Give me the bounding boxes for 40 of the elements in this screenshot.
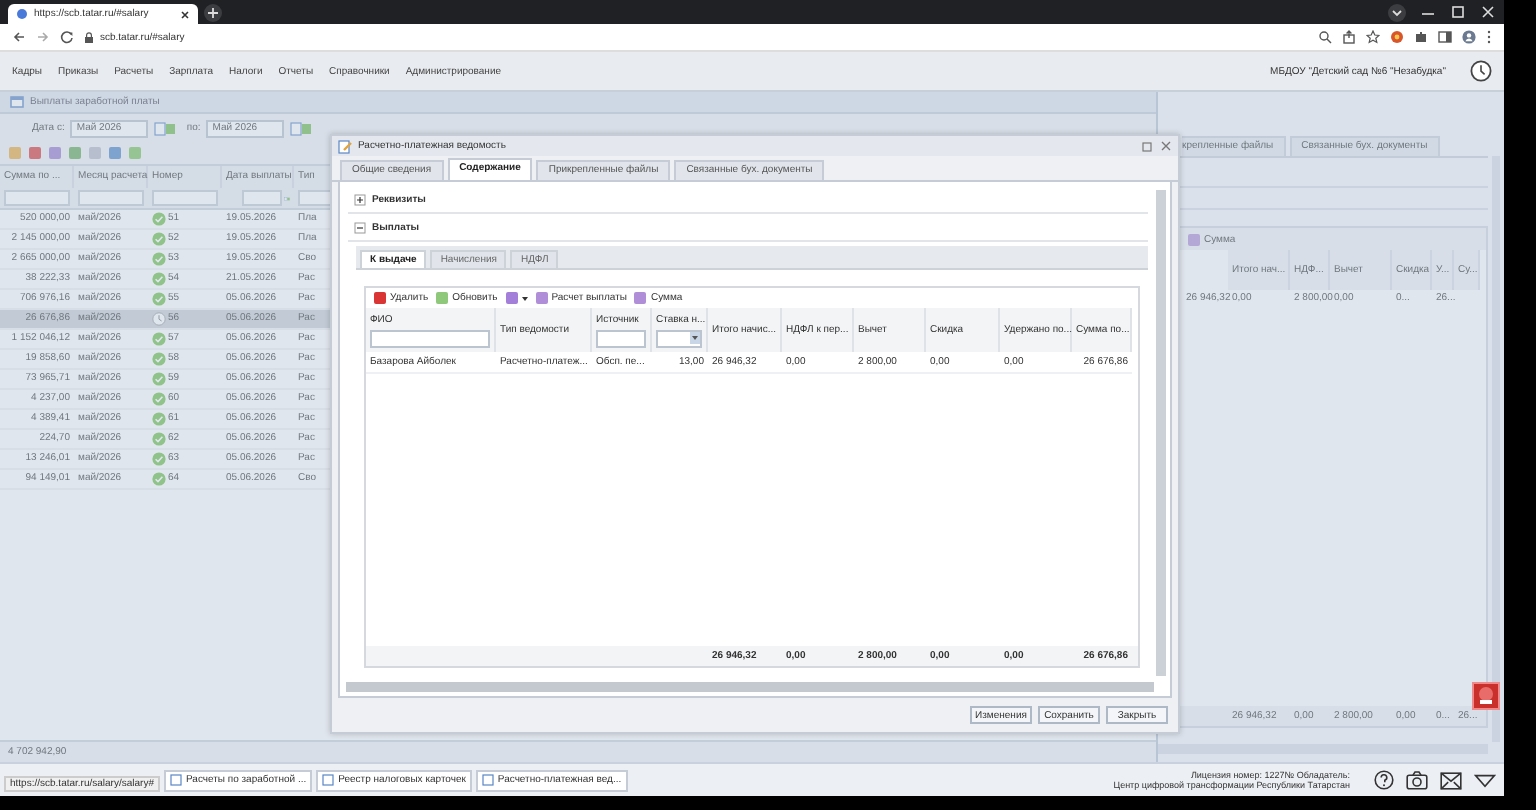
scrollbar[interactable] [1158,744,1488,754]
extension-icon[interactable] [1390,30,1404,44]
sidebar-icon[interactable] [1438,30,1452,44]
filter-field[interactable] [4,190,70,206]
zoom-icon[interactable] [1318,30,1332,44]
star-icon[interactable] [1366,30,1380,44]
scrollbar[interactable] [1156,190,1166,676]
window-icon [322,774,335,786]
globe-icon [16,8,28,20]
mail-icon[interactable] [1440,771,1462,789]
menu-button[interactable] [505,292,528,304]
window-icon [10,96,24,108]
scrollbar[interactable] [346,682,1154,692]
window-icon [481,774,494,786]
window-icon [170,774,182,786]
filter-field[interactable] [78,190,144,206]
lock-icon [84,31,94,43]
collapse-icon[interactable] [1474,773,1496,787]
filter-field[interactable] [152,190,218,206]
filter-field[interactable] [242,190,282,206]
filter-field[interactable] [596,329,646,347]
help-icon[interactable] [1374,770,1394,790]
more-icon[interactable] [1486,30,1492,44]
caret-icon [521,295,528,301]
new-tab-icon[interactable] [204,3,222,21]
expand-icon[interactable] [354,193,366,205]
filter-field[interactable] [370,329,490,347]
back-icon[interactable] [12,30,26,44]
app-icon[interactable] [1472,682,1500,710]
tab-search-icon[interactable] [1388,3,1406,21]
share-icon[interactable] [1342,30,1356,44]
caret-icon [690,331,700,343]
profile-icon[interactable] [1462,30,1476,44]
forward-icon[interactable] [36,30,50,44]
close-icon[interactable] [180,9,190,19]
camera-icon[interactable] [1406,770,1428,790]
clock-icon[interactable] [1470,60,1492,82]
reload-icon[interactable] [60,30,74,44]
maximize-icon[interactable] [1450,4,1466,20]
restore-icon[interactable] [1142,140,1154,152]
